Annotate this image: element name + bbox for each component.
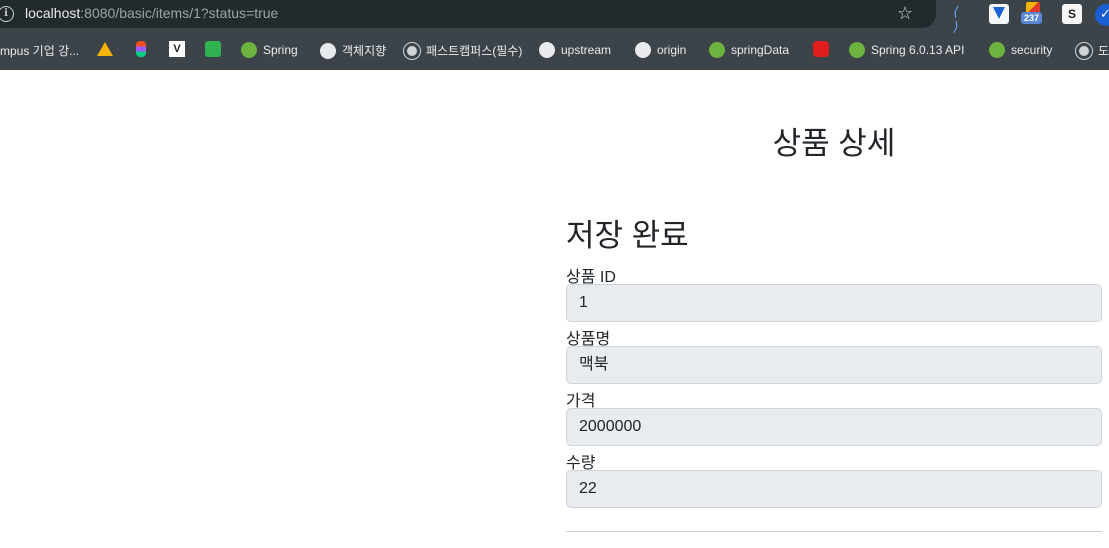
github-icon	[320, 42, 336, 59]
bookmark-label: origin	[657, 43, 687, 57]
bookmark-label: springData	[731, 43, 790, 57]
item-name-field[interactable]: 맥북	[566, 346, 1102, 384]
bookmark-label: Spring 6.0.13 API	[871, 43, 965, 57]
spring-icon	[241, 42, 257, 58]
bookmark-item[interactable]: mpus 기업 강...	[0, 42, 79, 59]
browser-chrome: i localhost:8080/basic/items/1?status=tr…	[0, 0, 1109, 70]
green-bookmark-icon[interactable]	[205, 41, 221, 57]
bookmarks-bar: mpus 기업 강... V Spring 객체지향 패스트캠퍼스(필수) up…	[0, 36, 1109, 64]
status-message: 저장 완료	[566, 218, 689, 253]
oracle-icon[interactable]	[813, 41, 829, 57]
bookmark-item[interactable]: springData	[709, 42, 789, 58]
quantity-field[interactable]: 22	[566, 470, 1102, 508]
v-bookmark-icon[interactable]: V	[169, 41, 185, 57]
bookmark-label: 패스트캠퍼스(필수)	[426, 44, 523, 58]
extension-badge-icon[interactable]: 237	[1021, 2, 1043, 24]
bookmark-item[interactable]: 패스트캠퍼스(필수)	[403, 41, 523, 60]
spring-icon	[989, 42, 1005, 58]
page-title: 상품 상세	[772, 126, 896, 161]
divider	[566, 531, 1102, 532]
url-path: :8080/basic/items/1?status=true	[80, 5, 279, 21]
spring-icon	[709, 42, 725, 58]
price-field[interactable]: 2000000	[566, 408, 1102, 446]
item-id-field[interactable]: 1	[566, 284, 1102, 322]
extension-badge-count: 237	[1021, 12, 1043, 24]
bookmark-label: security	[1011, 43, 1053, 57]
bookmark-item[interactable]: Spring 6.0.13 API	[849, 42, 964, 58]
bookmark-item[interactable]: Spring	[241, 42, 298, 58]
bookmark-label: 객체지향	[342, 44, 387, 58]
bookmark-item[interactable]: security	[989, 42, 1052, 58]
url-host: localhost	[25, 5, 81, 21]
extension-json-icon[interactable]: ⟨ ⟩	[952, 5, 972, 35]
globe-icon	[1075, 41, 1093, 60]
site-info-icon[interactable]: i	[0, 6, 14, 22]
github-icon	[539, 42, 555, 58]
bookmark-label: 도	[1098, 44, 1109, 58]
figma-icon[interactable]	[136, 41, 146, 57]
google-drive-icon[interactable]	[97, 42, 113, 56]
bookmark-item[interactable]: 객체지향	[320, 42, 386, 59]
url-text[interactable]: localhost:8080/basic/items/1?status=true	[25, 5, 278, 21]
globe-icon	[403, 41, 421, 60]
address-bar[interactable]: i localhost:8080/basic/items/1?status=tr…	[0, 0, 936, 28]
bookmark-item[interactable]: 도	[1075, 41, 1109, 60]
bookmark-item[interactable]: origin	[635, 42, 686, 58]
spring-icon	[849, 42, 865, 58]
bookmark-label: mpus 기업 강...	[0, 44, 80, 58]
bookmark-star-icon[interactable]: ☆	[897, 3, 913, 24]
extension-s-icon[interactable]: S	[1062, 4, 1082, 24]
extension-check-icon[interactable]	[1095, 4, 1109, 26]
bookmark-label: upstream	[561, 43, 612, 57]
extension-download-icon[interactable]	[989, 4, 1009, 24]
bookmark-item[interactable]: upstream	[539, 42, 611, 58]
github-icon	[635, 42, 651, 58]
bookmark-label: Spring	[263, 43, 298, 57]
